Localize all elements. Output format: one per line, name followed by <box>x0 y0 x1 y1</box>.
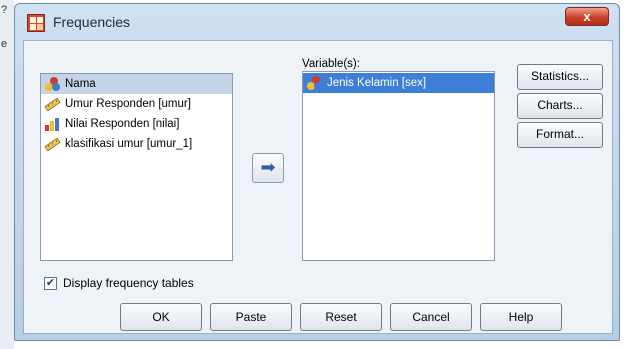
dialog-title: Frequencies <box>53 14 131 30</box>
cancel-button[interactable]: Cancel <box>390 303 472 331</box>
scale-ruler-icon <box>44 137 61 152</box>
move-variable-button[interactable]: ➡ <box>252 153 284 183</box>
target-variable-list[interactable]: Jenis Kelamin [sex] <box>302 71 495 261</box>
scale-ruler-icon <box>44 97 61 112</box>
list-item[interactable]: Nilai Responden [nilai] <box>41 114 232 134</box>
frequencies-app-icon <box>27 14 45 32</box>
background-fragment: ? <box>1 4 8 16</box>
frequencies-dialog: Frequencies x Nama Umur Responden [umur]… <box>14 3 620 341</box>
list-item[interactable]: Jenis Kelamin [sex] <box>303 73 494 93</box>
source-variable-list[interactable]: Nama Umur Responden [umur] Nilai Respond… <box>40 73 233 261</box>
paste-button[interactable]: Paste <box>210 303 292 331</box>
list-item-label: Nilai Responden [nilai] <box>65 118 180 130</box>
ok-button[interactable]: OK <box>120 303 202 331</box>
list-item-label: Jenis Kelamin [sex] <box>327 77 427 89</box>
list-item[interactable]: klasifikasi umur [umur_1] <box>41 134 232 154</box>
list-item[interactable]: Umur Responden [umur] <box>41 94 232 114</box>
display-frequency-tables-checkbox[interactable]: ✔ <box>44 277 57 290</box>
close-button[interactable]: x <box>565 7 609 26</box>
list-item-label: klasifikasi umur [umur_1] <box>65 138 193 150</box>
arrow-right-icon: ➡ <box>260 157 276 177</box>
variables-label: Variable(s): <box>302 58 360 70</box>
nominal-variable-icon <box>307 76 322 90</box>
format-button[interactable]: Format... <box>517 122 603 148</box>
nominal-variable-icon <box>45 77 60 91</box>
reset-button[interactable]: Reset <box>300 303 382 331</box>
charts-button[interactable]: Charts... <box>517 93 603 119</box>
statistics-button[interactable]: Statistics... <box>517 64 603 90</box>
background-fragment: e <box>1 38 8 50</box>
help-button[interactable]: Help <box>480 303 562 331</box>
list-item-label: Nama <box>65 78 96 90</box>
list-item[interactable]: Nama <box>41 74 232 94</box>
display-frequency-tables-label: Display frequency tables <box>63 276 194 290</box>
dialog-body: Nama Umur Responden [umur] Nilai Respond… <box>23 40 613 334</box>
ordinal-bar-icon <box>45 118 59 131</box>
list-item-label: Umur Responden [umur] <box>65 98 191 110</box>
title-bar[interactable]: Frequencies x <box>15 4 619 40</box>
background-window-strip: e ? <box>0 0 14 349</box>
